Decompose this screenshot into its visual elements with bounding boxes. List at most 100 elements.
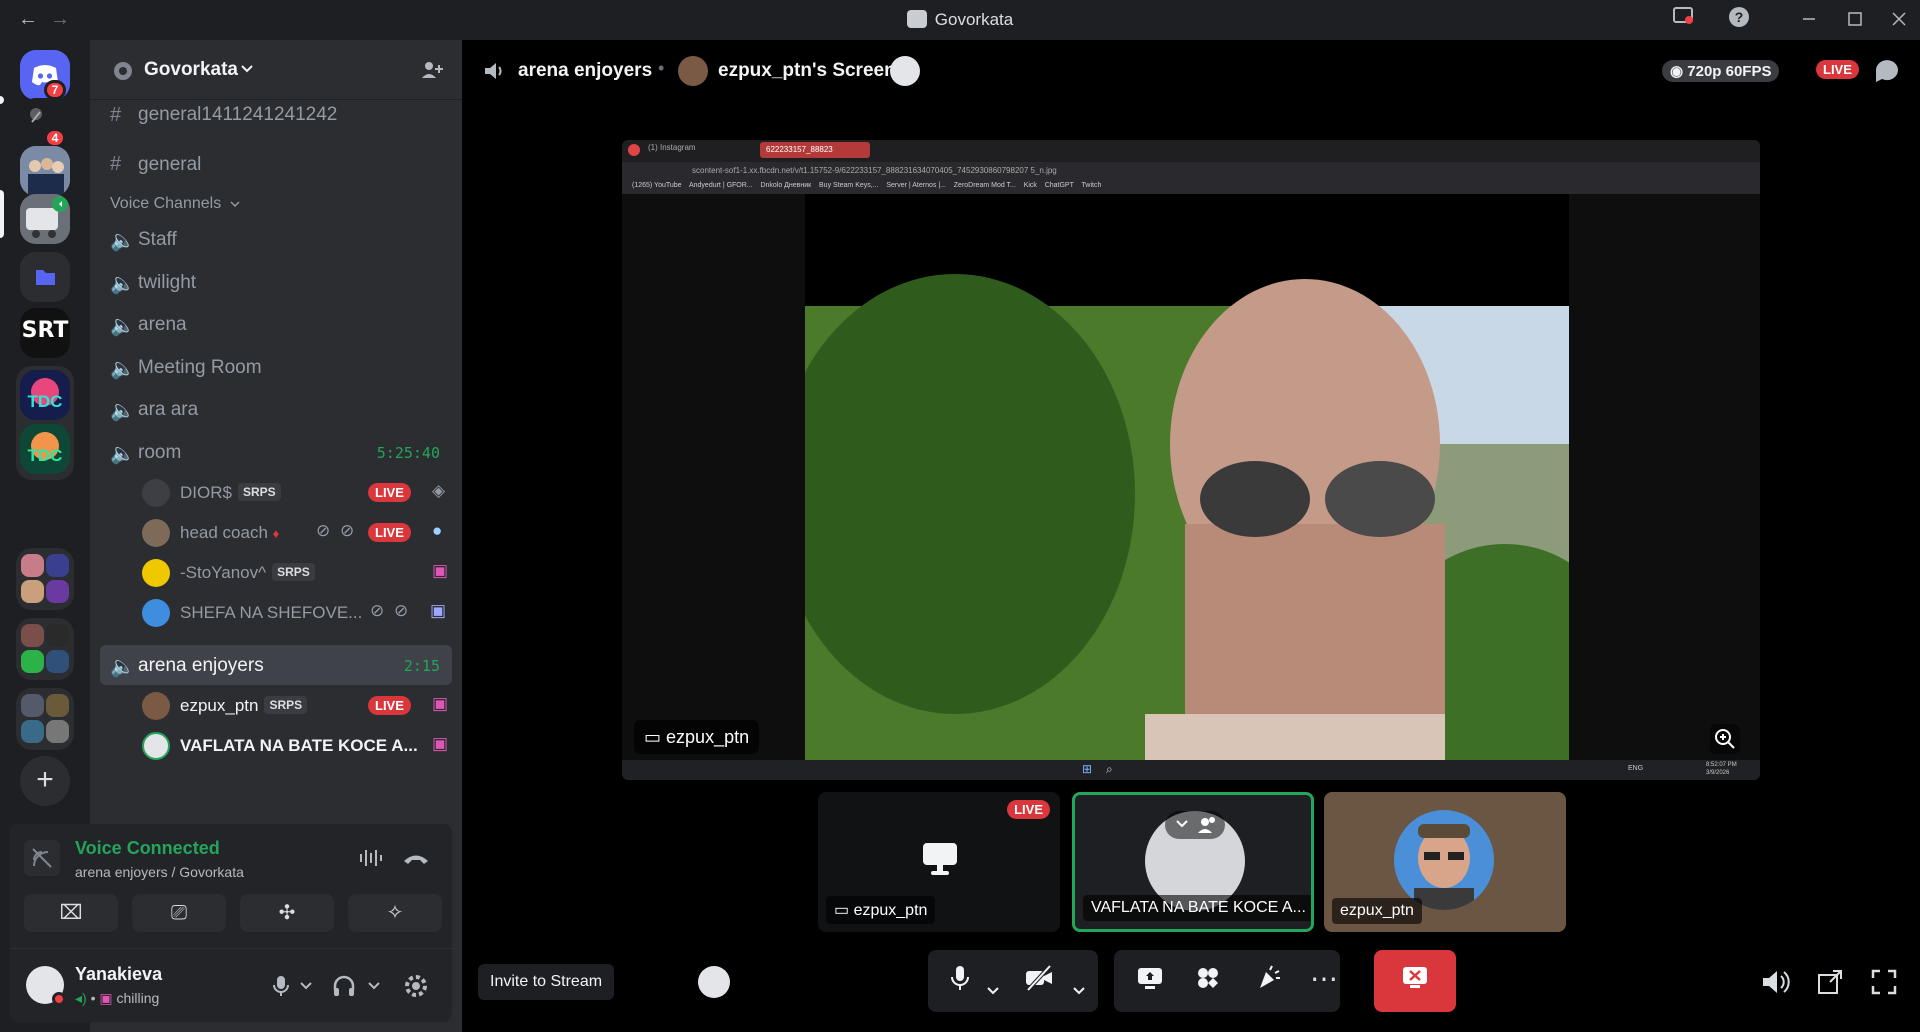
voice-channel-staff[interactable]: 🔈 Staff bbox=[100, 219, 452, 259]
disconnect-icon[interactable] bbox=[402, 848, 430, 868]
channel-label: room bbox=[138, 442, 182, 463]
server-srt[interactable]: SRT bbox=[20, 308, 70, 358]
taskbar-clock: 8:52:07 PM 3/9/2026 bbox=[1706, 761, 1746, 777]
participant-tile-stream[interactable]: LIVE ▭ ezpux_ptn bbox=[818, 792, 1060, 932]
member-name-text: head coach bbox=[180, 523, 268, 542]
activity-icon[interactable] bbox=[1194, 964, 1222, 999]
channel-label: arena enjoyers bbox=[138, 655, 264, 676]
zoom-in-icon bbox=[1715, 729, 1735, 749]
channel-general[interactable]: # general bbox=[100, 144, 452, 184]
activities-button[interactable]: ✣ bbox=[240, 894, 334, 932]
server-folder-3[interactable] bbox=[16, 618, 74, 680]
screen-share-icon[interactable] bbox=[1136, 964, 1164, 999]
browser-address-bar: scontent-sof1-1.xx.fbcdn.net/v/t1.15752-… bbox=[622, 162, 1760, 180]
soundboard-button[interactable]: ✧ bbox=[348, 894, 442, 932]
participant-tile-speaking[interactable]: VAFLATA NA BATE KOCE A... bbox=[1072, 792, 1314, 932]
screen-icon: ▭ bbox=[834, 902, 850, 919]
camera-off-button[interactable]: ⌧ bbox=[24, 894, 118, 932]
monitor-icon bbox=[923, 843, 957, 875]
chat-bubble-icon[interactable] bbox=[1872, 56, 1902, 86]
stream-quality-badge[interactable]: ◉ 720p 60FPS bbox=[1662, 60, 1780, 82]
signal-icon[interactable] bbox=[24, 840, 60, 876]
voice-channel-ara-ara[interactable]: 🔈 ara ara bbox=[100, 389, 452, 429]
live-badge: LIVE bbox=[1816, 60, 1859, 79]
avatar bbox=[142, 479, 170, 507]
server-folder-4[interactable] bbox=[16, 688, 74, 750]
locked-speaker-icon: 🔈 bbox=[110, 230, 135, 252]
volume-icon[interactable] bbox=[1760, 968, 1790, 1001]
microphone-icon[interactable] bbox=[272, 974, 290, 998]
user-name[interactable]: Yanakieva bbox=[75, 964, 162, 985]
settings-gear-icon[interactable] bbox=[404, 974, 428, 998]
server-folder-2[interactable] bbox=[16, 548, 74, 610]
help-icon[interactable]: ? bbox=[1724, 6, 1754, 34]
taskbar-date: 3/9/2026 bbox=[1706, 770, 1730, 776]
invite-to-stream-button[interactable]: Invite to Stream bbox=[478, 964, 615, 1000]
pop-out-icon[interactable] bbox=[1816, 968, 1844, 1001]
microphone-icon[interactable] bbox=[950, 964, 970, 999]
folder-icon bbox=[36, 270, 55, 285]
voice-channel-meeting-room[interactable]: 🔈 Meeting Room bbox=[100, 347, 452, 387]
server-govorkata[interactable] bbox=[20, 194, 70, 244]
deafened-icon: ⊘ bbox=[394, 601, 409, 620]
add-server-button[interactable]: + bbox=[20, 756, 70, 806]
viewer-avatar[interactable] bbox=[890, 56, 920, 86]
more-options-icon[interactable]: ⋯ bbox=[1310, 962, 1338, 995]
voice-channel-twilight[interactable]: 🔈 twilight bbox=[100, 262, 452, 302]
home-unread-badge: 7 bbox=[44, 80, 66, 100]
voice-channel-arena[interactable]: 🔈 arena bbox=[100, 304, 452, 344]
activity-icon: ✣ bbox=[278, 902, 296, 924]
folder-blue[interactable] bbox=[20, 252, 70, 302]
locked-speaker-icon: 🔈 bbox=[110, 273, 135, 295]
voice-member[interactable]: head coach ♦ ⊘ ⊘ LIVE ● bbox=[142, 515, 452, 551]
voice-member[interactable]: VAFLATA NA BATE KOCE A... ▣ bbox=[142, 728, 452, 764]
minimize-icon[interactable] bbox=[1794, 6, 1824, 34]
voice-channel-arena-enjoyers[interactable]: 🔈 arena enjoyers 2:15 bbox=[100, 645, 452, 685]
tile-caption-text: ezpux_ptn bbox=[853, 902, 928, 919]
chat-bubble-icon: ● bbox=[432, 521, 443, 540]
member-name-text: ezpux_ptn bbox=[180, 696, 259, 715]
chevron-down-icon[interactable] bbox=[300, 982, 312, 990]
channel-general1411241241242[interactable]: # general1411241241242 bbox=[100, 106, 452, 136]
invite-people-icon[interactable] bbox=[420, 58, 444, 82]
server-group-photo[interactable] bbox=[20, 146, 70, 196]
server-tdc-2[interactable]: TDC bbox=[20, 424, 70, 474]
voice-category[interactable]: Voice Channels bbox=[110, 195, 240, 213]
participant-tile-camera[interactable]: ezpux_ptn bbox=[1324, 792, 1566, 932]
hashtag-icon: # bbox=[110, 153, 122, 175]
stage-channel-name[interactable]: arena enjoyers bbox=[518, 60, 652, 82]
srt-logo: SRT bbox=[21, 318, 69, 343]
fullscreen-icon[interactable] bbox=[1870, 968, 1898, 1001]
zoom-button[interactable] bbox=[1710, 724, 1740, 754]
locked-speaker-icon: 🔈 bbox=[110, 315, 135, 337]
chevron-down-icon[interactable] bbox=[986, 972, 1000, 1003]
member-name: -StoYanov^ SRPS bbox=[180, 563, 315, 583]
tile-overlay-controls[interactable] bbox=[1165, 811, 1225, 839]
taskbar-search-icon: ⌕ bbox=[1106, 762, 1113, 776]
noise-suppression-icon[interactable] bbox=[358, 848, 382, 868]
camera-off-icon[interactable] bbox=[1024, 964, 1054, 999]
activity-icon: ▣ bbox=[432, 734, 449, 753]
photo-frame bbox=[805, 194, 1569, 760]
headphones-icon[interactable] bbox=[332, 974, 356, 998]
soundboard-icon[interactable] bbox=[1254, 964, 1282, 999]
voice-member[interactable]: SHEFA NA SHEFOVE... ⊘ ⊘ ▣ bbox=[142, 595, 452, 631]
close-icon[interactable] bbox=[1884, 6, 1914, 34]
voice-member[interactable]: ezpux_ptn SRPS LIVE ▣ bbox=[142, 688, 452, 724]
inbox-icon[interactable] bbox=[1668, 6, 1698, 34]
member-name: DIOR$ SRPS bbox=[180, 483, 281, 503]
chevron-down-icon[interactable] bbox=[368, 982, 380, 990]
shared-screen[interactable]: (1) Instagram 622233157_88823 scontent-s… bbox=[622, 140, 1760, 780]
avatar bbox=[142, 599, 170, 627]
voice-member[interactable]: -StoYanov^ SRPS ▣ bbox=[142, 555, 452, 591]
voice-member[interactable]: DIOR$ SRPS LIVE ◈ bbox=[142, 475, 452, 511]
chevron-down-icon[interactable] bbox=[1072, 972, 1086, 1003]
voice-location[interactable]: arena enjoyers / Govorkata bbox=[75, 864, 244, 880]
server-tdc-1[interactable]: TDC bbox=[20, 370, 70, 420]
share-screen-button[interactable]: ⎚ bbox=[132, 894, 226, 932]
end-stream-button[interactable] bbox=[1374, 950, 1456, 1012]
server-header[interactable]: Govorkata bbox=[90, 40, 462, 100]
viewer-avatar[interactable] bbox=[698, 966, 730, 998]
voice-channel-room[interactable]: 🔈 room 5:25:40 bbox=[100, 432, 452, 472]
maximize-icon[interactable] bbox=[1840, 6, 1870, 34]
